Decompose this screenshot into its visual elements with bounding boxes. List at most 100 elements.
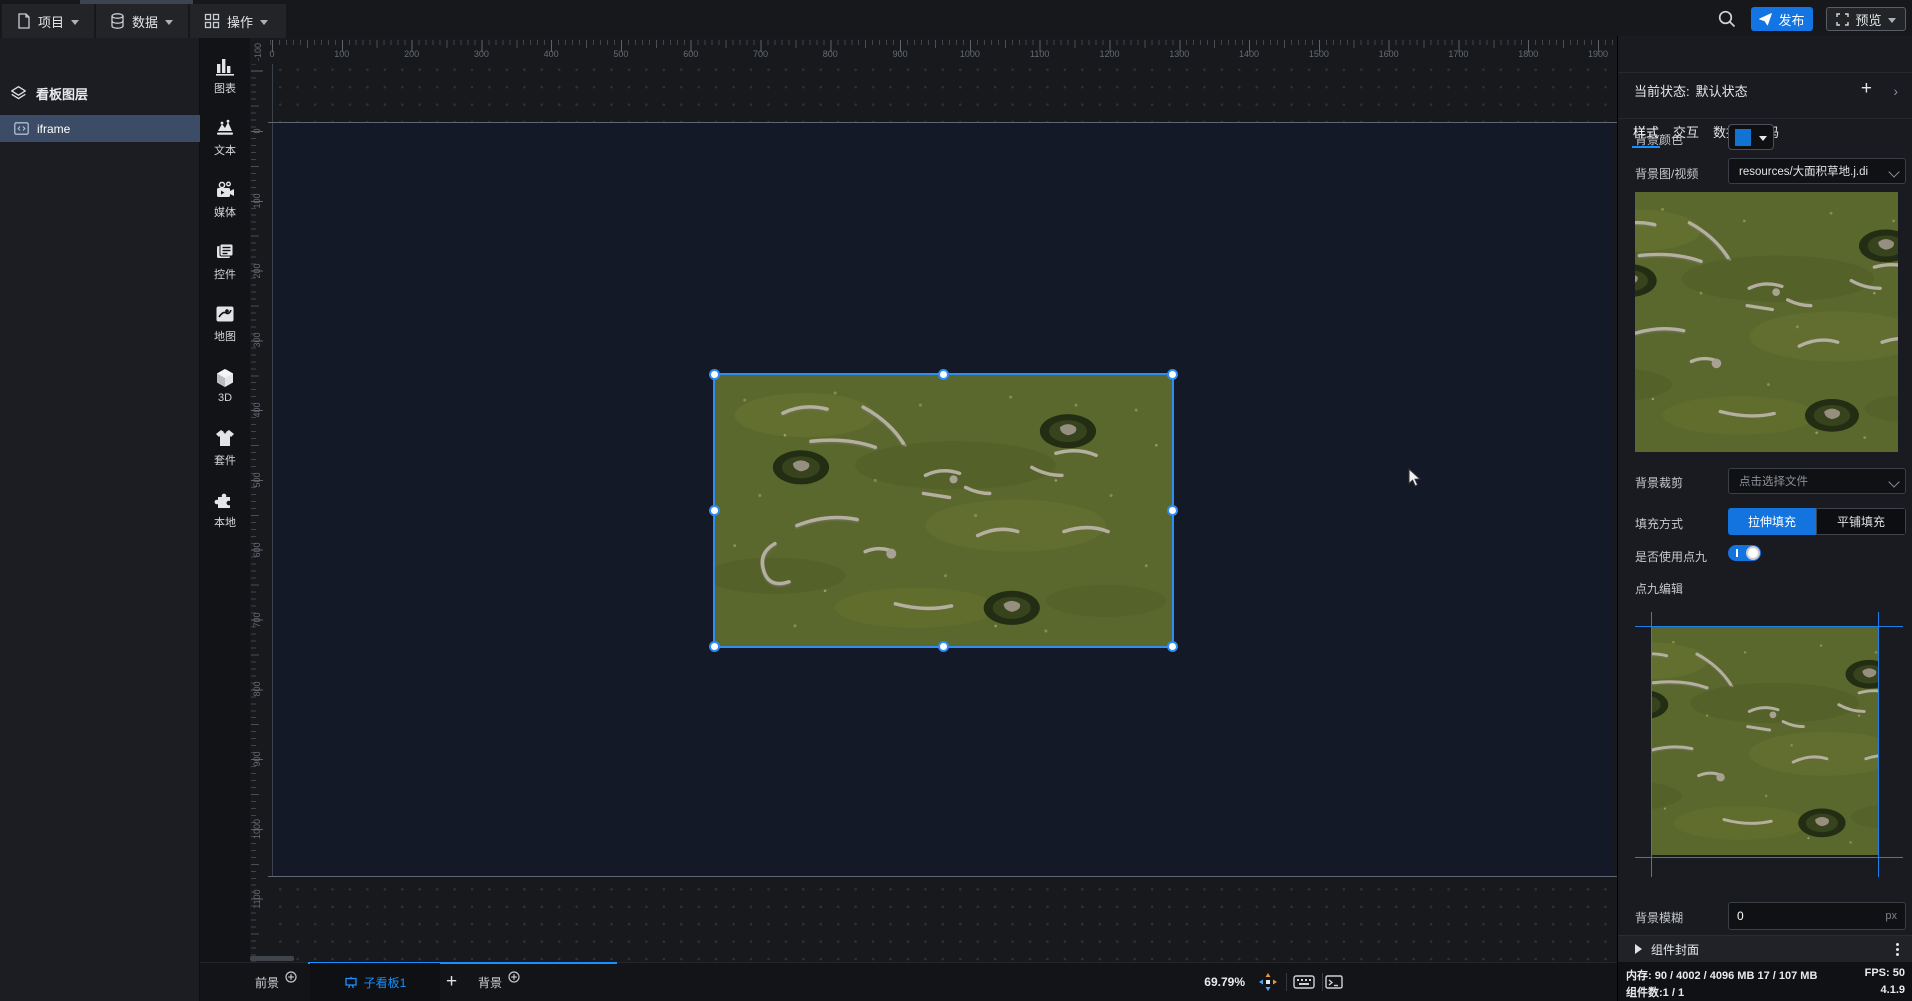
publish-button[interactable]: 发布 (1751, 7, 1813, 31)
ruler-label: 0 (252, 128, 262, 134)
tool-media[interactable]: 媒体 (200, 172, 250, 228)
ruler-label: 1300 (1169, 49, 1190, 59)
plus-icon: + (446, 971, 458, 992)
ruler-label: 1500 (1308, 49, 1329, 59)
tool-label: 控件 (214, 269, 236, 281)
more-options-icon[interactable] (1896, 942, 1899, 956)
chevron-down-icon (1888, 166, 1900, 178)
nine-patch-toggle[interactable] (1728, 545, 1761, 561)
iframe-icon (14, 122, 29, 135)
bg-image-preview (1635, 192, 1898, 452)
document-icon (16, 13, 31, 29)
workspace[interactable] (268, 64, 1617, 962)
fill-stretch-option[interactable]: 拉伸填充 (1728, 508, 1816, 535)
component-count-stat: 组件数:1 / 1 (1626, 987, 1685, 999)
tool-controls[interactable]: 控件 (200, 234, 250, 290)
keyboard-icon[interactable] (1293, 971, 1315, 993)
nine-patch-editor[interactable] (1651, 627, 1878, 855)
bg-crop-select[interactable]: 点击选择文件 (1728, 468, 1906, 494)
bg-crop-placeholder: 点击选择文件 (1739, 476, 1808, 488)
tool-label: 文本 (214, 145, 236, 157)
nine-patch-toggle-label: 是否使用点九 (1635, 550, 1708, 564)
nine-patch-guide-top[interactable] (1635, 626, 1903, 627)
chevron-down-icon (165, 19, 174, 25)
menu-data[interactable]: 数据 (96, 4, 188, 38)
tool-local[interactable]: 本地 (200, 482, 250, 538)
divider (1618, 72, 1912, 73)
layers-panel: 看板图层 iframe (0, 38, 200, 1001)
nine-patch-guide-left[interactable] (1651, 612, 1652, 877)
tool-map[interactable]: 地图 (200, 296, 250, 352)
memory-stat: 内存: 90 / 4002 / 4096 MB 17 / 107 MB (1626, 970, 1818, 982)
layer-item-iframe[interactable]: iframe (0, 115, 200, 142)
ruler-label: 200 (252, 263, 262, 279)
tool-label: 本地 (214, 517, 236, 529)
search-icon[interactable] (1717, 9, 1737, 29)
fit-to-screen-icon[interactable] (1257, 971, 1279, 993)
resize-handle-nw[interactable] (709, 369, 720, 380)
tool-kits[interactable]: 套件 (200, 420, 250, 476)
vertical-ruler: 0 100 200 300 400 500 600 700 800 900 1000 1100 (250, 64, 268, 962)
tool-charts[interactable]: 图表 (200, 48, 250, 104)
layers-panel-title: 看板图层 (36, 87, 89, 102)
dashboard-bottom-edge (268, 876, 1617, 877)
layer-item-label: iframe (37, 121, 71, 136)
page-tab-bar: 前景 子看板1 + 背景 69.79% (200, 962, 1617, 1001)
preview-button[interactable]: 预览 (1826, 7, 1906, 31)
resize-handle-s[interactable] (938, 641, 949, 652)
state-label: 当前状态: (1634, 83, 1690, 99)
nine-patch-guide-right[interactable] (1878, 612, 1879, 877)
paper-plane-icon (1759, 12, 1773, 26)
resize-handle-ne[interactable] (1167, 369, 1178, 380)
fill-tile-option[interactable]: 平铺填充 (1816, 508, 1906, 535)
add-state-icon[interactable]: + (1861, 79, 1872, 98)
foreground-tab[interactable]: 前景 (255, 963, 297, 1001)
background-label: 背景 (478, 975, 503, 990)
horizontal-scrollbar[interactable] (250, 956, 294, 961)
status-stats: 内存: 90 / 4002 / 4096 MB 17 / 107 MB FPS:… (1618, 962, 1912, 1001)
tool-3d[interactable]: 3D (200, 358, 250, 414)
selected-image-element[interactable] (709, 369, 1178, 652)
resize-handle-n[interactable] (938, 369, 949, 380)
canvas-viewport[interactable]: -100 0 100 200 300 400 500 600 700 800 900 1000 110… (250, 38, 1617, 962)
chevron-down-icon (1888, 476, 1900, 488)
ruler-label: 900 (252, 751, 262, 767)
resize-handle-e[interactable] (1167, 505, 1178, 516)
nine-patch-guide-bottom[interactable] (1635, 857, 1903, 858)
ruler-label: 200 (404, 49, 420, 59)
mouse-cursor (1408, 468, 1424, 488)
ruler-label: 700 (753, 49, 769, 59)
bg-blur-input[interactable]: 0 px (1728, 902, 1906, 930)
puzzle-icon (214, 490, 236, 510)
component-cover-section[interactable]: 组件封面 (1618, 935, 1912, 962)
resize-handle-w[interactable] (709, 505, 720, 516)
horizontal-ruler: 0 100 200 300 400 500 600 700 800 900 1000 1100 1200… (268, 38, 1617, 64)
menu-project[interactable]: 项目 (2, 4, 94, 38)
menu-operations[interactable]: 操作 (190, 4, 286, 38)
canvas-zero-gridline (272, 64, 273, 876)
resize-handle-se[interactable] (1167, 641, 1178, 652)
app-window: 项目 数据 操作 发布 预览 看板图层 iframe 图表 文本 媒体 控件 地… (0, 0, 1912, 1001)
resize-handle-sw[interactable] (709, 641, 720, 652)
state-value: 默认状态 (1695, 83, 1748, 99)
bg-image-select[interactable]: resources/大面积草地.j.di (1728, 158, 1906, 184)
add-page-button[interactable]: + (446, 963, 457, 1001)
tool-label: 3D (217, 392, 233, 404)
ruler-label: 1800 (1518, 49, 1539, 59)
tool-label: 图表 (214, 83, 236, 95)
subboard-tab-active[interactable]: 子看板1 (310, 963, 440, 1001)
ruler-label: 100 (334, 49, 350, 59)
background-tab[interactable]: 背景 (478, 963, 520, 1001)
chevron-down-icon (1759, 135, 1767, 141)
menu-label: 项目 (38, 14, 65, 30)
terminal-icon[interactable] (1323, 971, 1345, 993)
circle-plus-icon[interactable] (285, 971, 297, 983)
tool-text[interactable]: 文本 (200, 110, 250, 166)
top-menu-bar: 项目 数据 操作 发布 预览 (0, 0, 1912, 39)
menu-label: 操作 (227, 14, 254, 30)
bg-color-picker[interactable] (1728, 124, 1774, 150)
circle-plus-icon[interactable] (508, 971, 520, 983)
collapse-arrow-icon (1635, 944, 1642, 954)
chevron-right-icon[interactable]: › (1893, 83, 1898, 99)
inspector-panel: 当前状态: 默认状态 + › 样式 交互 数据 代码 背景颜色 背景图/视频 r… (1617, 36, 1912, 1001)
